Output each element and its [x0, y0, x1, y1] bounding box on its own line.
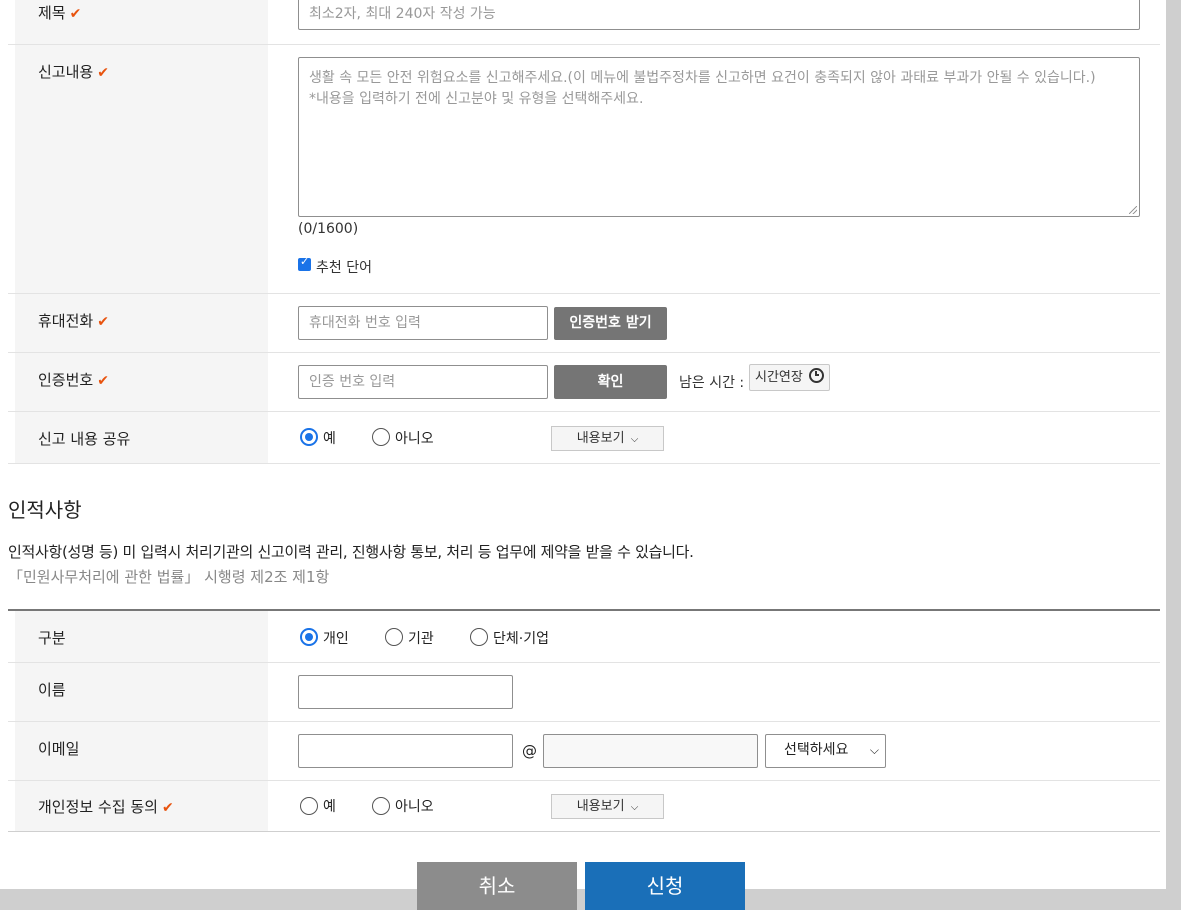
email-domain-select[interactable]: 선택하세요 ⌵ [765, 734, 886, 768]
type-label-cell: 구분 [15, 611, 268, 662]
required-check-icon: ✔ [97, 373, 109, 389]
name-label-cell: 이름 [15, 663, 268, 721]
recommend-checkbox[interactable]: ✓ [298, 255, 311, 271]
auth-label: 인증번호 [38, 371, 94, 389]
content-textarea[interactable]: 생활 속 모든 안전 위험요소를 신고해주세요.(이 메뉴에 불법주정차를 신고… [298, 57, 1140, 217]
resize-handle-icon[interactable] [1129, 206, 1137, 214]
title-label: 제목 [38, 4, 66, 22]
confirm-auth-button[interactable]: 확인 [554, 365, 667, 399]
phone-input[interactable]: 휴대전화 번호 입력 [298, 306, 548, 340]
email-label-cell: 이메일 [15, 722, 268, 780]
check-icon: ✓ [300, 255, 310, 268]
type-group-label[interactable]: 단체·기업 [493, 628, 549, 648]
required-check-icon: ✔ [69, 6, 82, 22]
share-label-cell: 신고 내용 공유 [15, 412, 268, 463]
email-label: 이메일 [38, 740, 80, 758]
title-input[interactable]: 최소2자, 최대 240자 작성 가능 [298, 0, 1140, 30]
title-label-cell: 제목 ✔ [15, 0, 268, 44]
email-id-input[interactable] [298, 734, 513, 768]
email-at-sign: @ [522, 742, 537, 760]
share-no-label[interactable]: 아니오 [395, 428, 434, 448]
recommend-label[interactable]: 추천 단어 [316, 257, 372, 277]
extend-time-label: 시간연장 [755, 370, 803, 385]
auth-label-cell: 인증번호 ✔ [15, 353, 268, 411]
consent-view-label: 내용보기 [576, 799, 625, 814]
email-select-value: 선택하세요 [784, 742, 849, 758]
chevron-down-icon: ⌵ [869, 743, 879, 757]
type-org-label[interactable]: 기관 [408, 628, 434, 648]
personal-heading: 인적사항 [8, 498, 82, 522]
name-label: 이름 [38, 681, 66, 699]
chevron-down-icon: ⌵ [630, 434, 639, 445]
divider [8, 831, 1160, 832]
extend-time-button[interactable]: 시간연장 [749, 364, 830, 391]
phone-label: 휴대전화 [38, 312, 94, 330]
consent-label: 개인정보 수집 동의 [38, 798, 158, 816]
required-check-icon: ✔ [161, 800, 174, 816]
phone-label-cell: 휴대전화 ✔ [15, 294, 268, 352]
personal-notice: 인적사항(성명 등) 미 입력시 처리기관의 신고이력 관리, 진행사항 통보,… [8, 543, 694, 561]
share-view-button[interactable]: 내용보기 ⌵ [551, 426, 664, 451]
share-view-label: 내용보기 [576, 431, 625, 446]
content-label-cell: 신고내용 ✔ [15, 45, 268, 293]
consent-no-radio[interactable] [372, 797, 390, 815]
type-individual-label[interactable]: 개인 [323, 628, 349, 648]
cancel-button[interactable]: 취소 [417, 862, 577, 910]
consent-view-button[interactable]: 내용보기 ⌵ [551, 794, 664, 819]
chevron-down-icon: ⌵ [630, 802, 639, 813]
consent-yes-label[interactable]: 예 [323, 796, 336, 816]
get-auth-code-button[interactable]: 인증번호 받기 [554, 307, 667, 340]
personal-law-reference: 「민원사무처리에 관한 법률」 시행령 제2조 제1항 [8, 568, 330, 586]
auth-code-input[interactable]: 인증 번호 입력 [298, 365, 548, 399]
report-form-page: 제목 ✔ 최소2자, 최대 240자 작성 가능 신고내용 ✔ 생활 속 모든 안전… [0, 0, 1166, 889]
submit-button[interactable]: 신청 [585, 862, 745, 910]
content-label: 신고내용 [38, 63, 94, 81]
required-check-icon: ✔ [97, 65, 109, 81]
share-label: 신고 내용 공유 [38, 430, 131, 448]
type-label: 구분 [38, 629, 66, 647]
content-placeholder: 생활 속 모든 안전 위험요소를 신고해주세요.(이 메뉴에 불법주정차를 신고… [309, 70, 1096, 107]
remaining-time-label: 남은 시간 : [679, 375, 745, 391]
char-count: (0/1600) [298, 221, 359, 237]
share-no-radio[interactable] [372, 428, 390, 446]
name-input[interactable] [298, 675, 513, 709]
required-check-icon: ✔ [97, 314, 109, 330]
type-org-radio[interactable] [385, 628, 403, 646]
email-domain-input[interactable] [543, 734, 758, 768]
share-yes-radio[interactable] [300, 428, 318, 446]
type-group-radio[interactable] [470, 628, 488, 646]
consent-yes-radio[interactable] [300, 797, 318, 815]
clock-icon [808, 368, 824, 383]
divider [8, 463, 1160, 464]
consent-label-cell: 개인정보 수집 동의 ✔ [15, 781, 268, 831]
share-yes-label[interactable]: 예 [323, 428, 336, 448]
consent-no-label[interactable]: 아니오 [395, 796, 434, 816]
type-individual-radio[interactable] [300, 628, 318, 646]
